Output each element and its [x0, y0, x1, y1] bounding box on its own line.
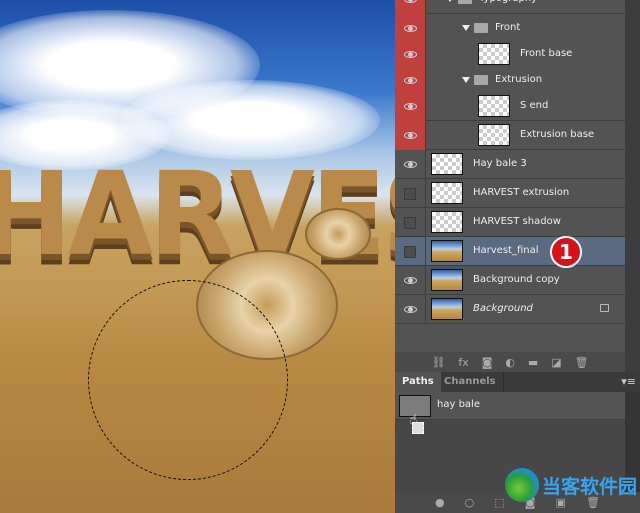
stroke-path-icon[interactable]: ○: [465, 496, 475, 509]
panel-menu-icon[interactable]: ▾≡: [621, 375, 636, 388]
layer-row[interactable]: Front: [395, 14, 625, 43]
eye-icon: [403, 77, 417, 84]
expand-triangle-icon[interactable]: [462, 77, 470, 83]
hay-bale: [305, 208, 371, 260]
eye-icon: [403, 132, 417, 139]
layer-name: Background: [473, 303, 533, 314]
layers-scrollbar[interactable]: [625, 0, 640, 372]
eye-icon: [403, 103, 417, 110]
hidden-checkbox: [404, 187, 416, 200]
layer-thumbnail: [431, 240, 463, 262]
layer-thumbnail: [431, 182, 463, 204]
layer-name: HARVEST extrusion: [473, 187, 570, 198]
layer-row[interactable]: Background copy: [395, 266, 625, 295]
watermark: 当客软件园: [505, 468, 637, 502]
layer-thumbnail: [478, 124, 510, 146]
folder-icon[interactable]: ▬: [528, 356, 538, 369]
panel-tabs: Paths Channels ▾≡: [395, 372, 640, 392]
visibility-toggle[interactable]: [395, 40, 426, 69]
expand-triangle-icon[interactable]: [462, 25, 470, 31]
trash-icon[interactable]: 🗑: [575, 356, 589, 369]
layers-toolbar: ⛓ fx ◙ ◐ ▬ ◪ 🗑: [395, 352, 625, 372]
path-item[interactable]: hay bale: [395, 392, 625, 420]
visibility-toggle[interactable]: [395, 150, 426, 179]
layer-thumbnail: [431, 298, 463, 320]
lock-icon: [600, 304, 609, 312]
layer-thumbnail: [431, 269, 463, 291]
document-canvas[interactable]: HARVEST: [0, 0, 395, 513]
layer-row[interactable]: Typography: [395, 0, 625, 14]
layer-name: Front: [495, 22, 521, 33]
layer-name: S end: [520, 100, 549, 111]
folder-icon: [458, 0, 472, 4]
layer-name: Hay bale 3: [473, 158, 527, 169]
visibility-toggle[interactable]: [395, 179, 426, 208]
mask-icon[interactable]: ◙: [482, 356, 493, 369]
folder-icon: [474, 75, 488, 85]
layer-name: Extrusion base: [520, 129, 595, 140]
layer-name: Harvest_final: [473, 245, 539, 256]
layer-thumbnail: [431, 211, 463, 233]
layer-row[interactable]: HARVEST shadow: [395, 208, 625, 237]
layer-row[interactable]: Hay bale 3: [395, 150, 625, 179]
folder-icon: [474, 23, 488, 33]
selection-icon[interactable]: ⬚: [494, 496, 504, 509]
fx-icon[interactable]: fx: [458, 356, 468, 369]
eye-icon: [403, 0, 417, 3]
layer-name: HARVEST shadow: [473, 216, 561, 227]
layer-row[interactable]: Extrusion: [395, 66, 625, 95]
eye-icon: [403, 306, 417, 313]
layer-row[interactable]: S end: [395, 92, 625, 121]
new-layer-icon[interactable]: ◪: [551, 356, 561, 369]
step-badge: 1: [550, 236, 582, 268]
visibility-toggle[interactable]: [395, 66, 426, 95]
eye-icon: [403, 25, 417, 32]
path-name: hay bale: [437, 399, 480, 410]
path-selection: [88, 280, 288, 480]
visibility-toggle[interactable]: [395, 237, 426, 266]
layer-name: Background copy: [473, 274, 560, 285]
visibility-toggle[interactable]: [395, 266, 426, 295]
layer-thumbnail: [431, 153, 463, 175]
watermark-text: 当客软件园: [542, 475, 638, 498]
layer-name: Typography: [479, 0, 537, 4]
expand-triangle-icon[interactable]: [446, 0, 454, 2]
visibility-toggle[interactable]: [395, 121, 426, 150]
visibility-toggle[interactable]: [395, 92, 426, 121]
selection-cursor-icon: [412, 422, 424, 434]
eye-icon: [403, 161, 417, 168]
visibility-toggle[interactable]: [395, 0, 426, 14]
layer-row[interactable]: Extrusion base: [395, 121, 625, 150]
hidden-checkbox: [404, 245, 416, 258]
layer-row[interactable]: Front base: [395, 40, 625, 69]
watermark-logo: [505, 468, 539, 502]
layer-row[interactable]: Background: [395, 295, 625, 324]
link-icon[interactable]: ⛓: [431, 356, 445, 369]
tab-channels[interactable]: Channels: [437, 372, 504, 392]
fill-path-icon[interactable]: ●: [435, 496, 445, 509]
tab-paths[interactable]: Paths: [395, 372, 441, 392]
layer-name: Front base: [520, 48, 573, 59]
eye-icon: [403, 51, 417, 58]
layer-name: Extrusion: [495, 74, 543, 85]
visibility-toggle[interactable]: [395, 208, 426, 237]
visibility-toggle[interactable]: [395, 295, 426, 324]
adjustment-icon[interactable]: ◐: [505, 356, 515, 369]
hidden-checkbox: [404, 216, 416, 229]
layer-thumbnail: [478, 43, 510, 65]
layer-thumbnail: [478, 95, 510, 117]
layer-row[interactable]: Harvest_final: [395, 237, 625, 266]
eye-icon: [403, 277, 417, 284]
layer-row[interactable]: HARVEST extrusion: [395, 179, 625, 208]
visibility-toggle[interactable]: [395, 14, 426, 43]
